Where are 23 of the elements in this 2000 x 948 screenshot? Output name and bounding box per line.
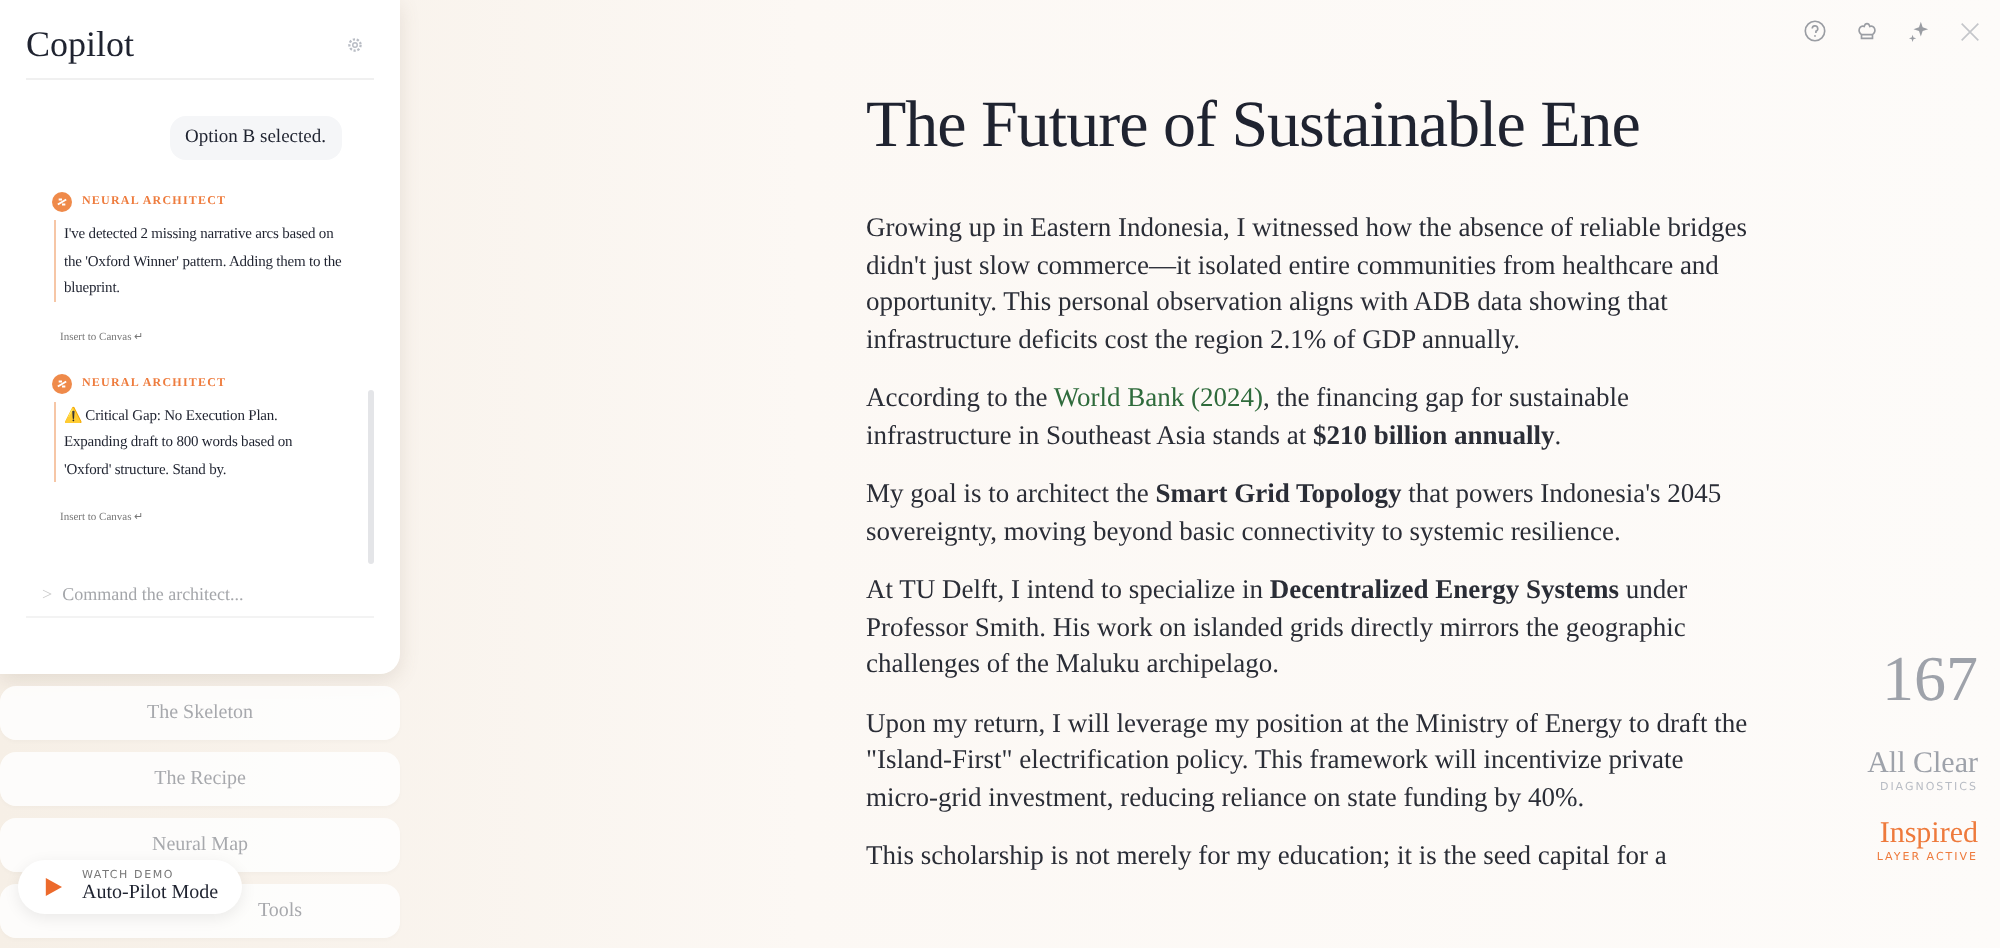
sparkle-icon[interactable] [1908, 20, 1930, 42]
stat-value: Inspired [1879, 818, 1978, 851]
command-field[interactable]: Command the architect... [62, 584, 343, 604]
citation-link[interactable]: World Bank (2024) [1053, 382, 1264, 412]
paragraph: Growing up in Eastern Indonesia, I witnessed how the absence of reliable bridges didn't just slow commerce—it isolated entire communities from healthcare and opportunity. This personal observation aligns with ADB data showing that infrastructure deficits cost the region 2.1% of GDP annually. [866, 210, 1749, 358]
paragraph: At TU Delft, I intend to specialize in Decentralized Energy Systems under Professor Smith. His work on islanded grids directly mirrors the geographic challenges of the Maluku archipelago. [866, 572, 1690, 682]
paragraph: This scholarship is not merely for my education; it is the seed capital for a [866, 838, 1669, 874]
node-icon [52, 373, 72, 393]
user-message: Option B selected. [169, 116, 342, 160]
settings-icon[interactable] [346, 36, 364, 54]
close-icon[interactable] [1960, 21, 1980, 41]
article-title: The Future of Sustainable Ene [866, 88, 1642, 166]
play-icon [44, 878, 62, 896]
paragraph: My goal is to architect the Smart Grid Topology that powers Indonesia's 2045 sovereignty, moving beyond basic connectivity to systemic resilience. [866, 476, 1724, 550]
stat-value: 167 [1882, 642, 1978, 716]
node-icon [52, 192, 72, 212]
panel-title: Copilot [26, 24, 135, 66]
hat-icon[interactable] [1856, 20, 1878, 42]
help-icon[interactable] [1804, 20, 1826, 42]
prompt-symbol: > [42, 584, 53, 604]
stat-value: All Clear [1867, 748, 1978, 781]
paragraph: Upon my return, I will leverage my position at the Ministry of Energy to draft the "Island-First" electrification policy. This framework will incentivize private micro-grid investment, reducing reliance on state funding by 40%. [866, 705, 1750, 816]
paragraph: According to the World Bank (2024), the financing gap for sustainable infrastructure in Southeast Asia stands at $210 billion annually. [866, 380, 1631, 454]
